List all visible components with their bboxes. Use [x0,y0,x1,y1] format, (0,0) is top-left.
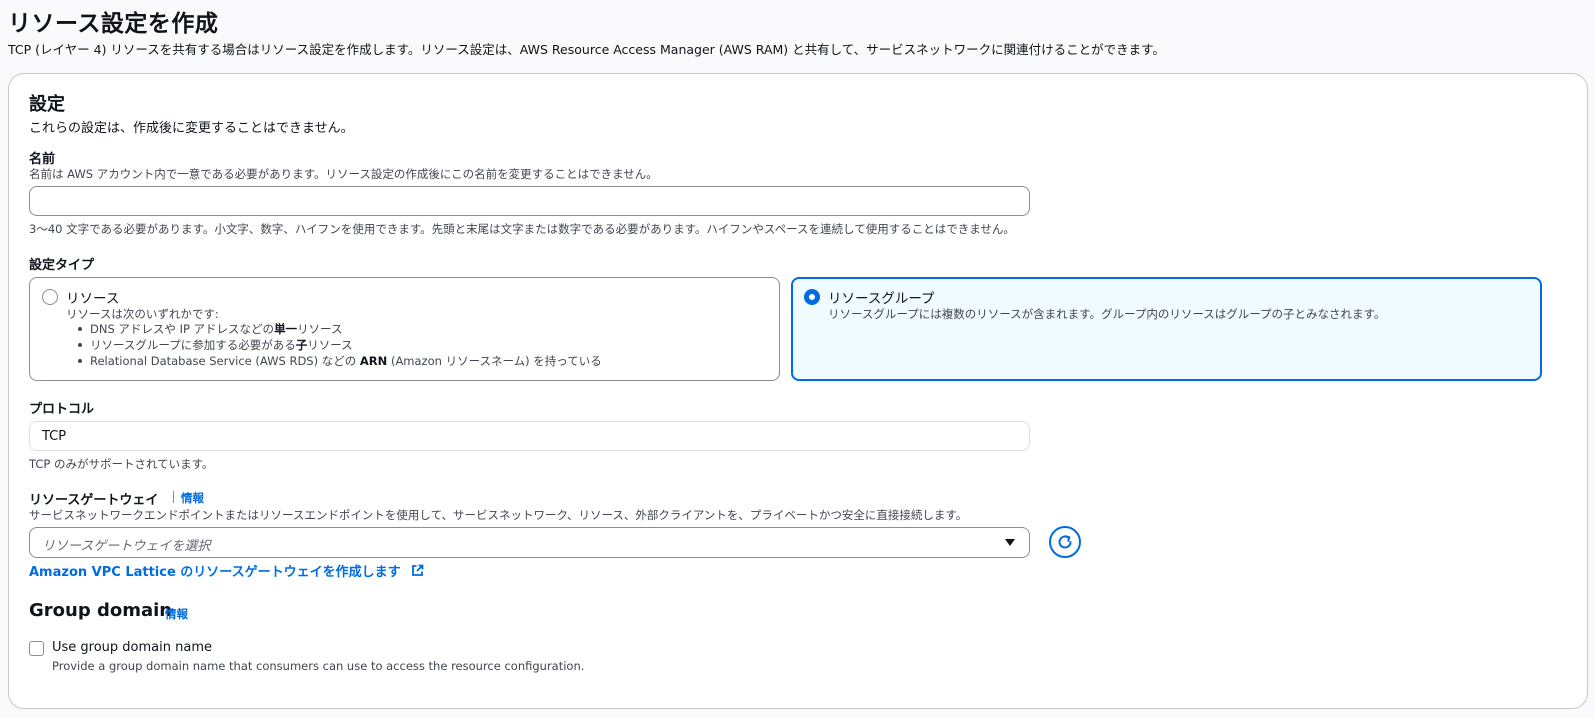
name-input[interactable] [29,186,1030,216]
use-group-domain-label[interactable]: Use group domain name [52,640,212,655]
protocol-value: TCP [42,429,67,444]
name-constraint: 3〜40 文字である必要があります。小文字、数字、ハイフンを使用できます。先頭と… [29,222,1015,236]
resource-bullet-child: リソースグループに参加する必要がある子リソース [76,337,602,353]
name-label: 名前 [29,152,56,167]
gateway-select[interactable]: リソースゲートウェイを選択 [29,527,1030,558]
resource-option-bullets: DNS アドレスや IP アドレスなどの単一リソース リソースグループに参加する… [76,321,602,369]
protocol-label: プロトコル [29,402,95,417]
label-separator [173,491,174,503]
gateway-info-link[interactable]: 情報 [181,490,204,506]
resource-group-option-description: リソースグループには複数のリソースが含まれます。グループ内のリソースはグループの… [828,307,1386,321]
page-description: TCP (レイヤー 4) リソースを共有する場合はリソース設定を作成します。リソ… [8,42,1165,57]
resource-option-description: リソースは次のいずれかです: [66,307,219,321]
resource-bullet-arn: Relational Database Service (AWS RDS) など… [76,353,602,369]
config-type-resource-tile[interactable]: リソース リソースは次のいずれかです: DNS アドレスや IP アドレスなどの… [29,277,780,381]
settings-description: これらの設定は、作成後に変更することはできません。 [29,121,354,136]
group-domain-heading: Group domain [29,600,173,621]
group-domain-info-link[interactable]: 情報 [165,606,188,622]
gateway-description: サービスネットワークエンドポイントまたはリソースエンドポイントを使用して、サービ… [29,508,968,522]
refresh-button[interactable] [1049,526,1081,558]
resource-radio[interactable] [42,289,58,305]
gateway-label: リソースゲートウェイ [29,493,159,508]
resource-group-option-title: リソースグループ [828,291,935,307]
page-title: リソース設定を作成 [8,11,219,37]
protocol-constraint: TCP のみがサポートされています。 [29,457,214,471]
settings-container: 設定 これらの設定は、作成後に変更することはできません。 名前 名前は AWS … [8,73,1588,709]
use-group-domain-checkbox[interactable] [29,641,44,656]
gateway-select-placeholder: リソースゲートウェイを選択 [42,539,211,554]
refresh-icon [1058,535,1072,549]
resource-group-radio[interactable] [804,289,820,305]
settings-heading: 設定 [29,94,65,115]
resource-bullet-single: DNS アドレスや IP アドレスなどの単一リソース [76,321,602,337]
config-type-label: 設定タイプ [29,258,95,273]
caret-down-icon [1005,539,1015,546]
use-group-domain-description: Provide a group domain name that consume… [52,659,585,673]
create-gateway-link[interactable]: Amazon VPC Lattice のリソースゲートウェイを作成します [29,565,401,580]
create-gateway-link-wrapper[interactable]: Amazon VPC Lattice のリソースゲートウェイを作成します [29,561,424,580]
config-type-resource-group-tile[interactable]: リソースグループ リソースグループには複数のリソースが含まれます。グループ内のリ… [791,277,1542,381]
protocol-input: TCP [29,421,1030,451]
resource-option-title: リソース [66,291,120,307]
name-description: 名前は AWS アカウント内で一意である必要があります。リソース設定の作成後にこ… [29,167,658,181]
external-link-icon [411,564,424,576]
